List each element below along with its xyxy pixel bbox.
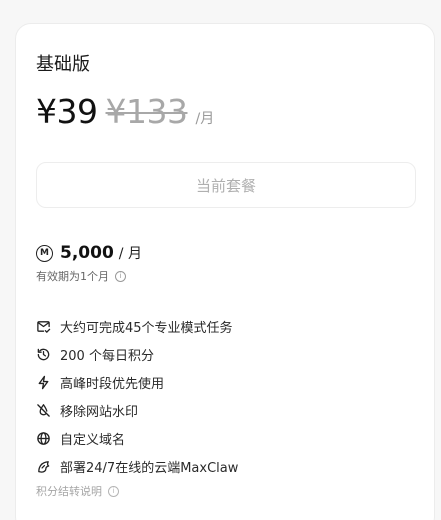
feature-list: 大约可完成45个专业模式任务 200 个每日积分 高峰时段优先使用 移除网站水印… bbox=[36, 312, 238, 480]
credits-rollover-note: 积分结转说明 i bbox=[36, 483, 119, 499]
globe-icon bbox=[36, 431, 51, 446]
plan-name: 基础版 bbox=[36, 54, 90, 75]
feature-label: 大约可完成45个专业模式任务 bbox=[60, 320, 233, 336]
mail-check-icon bbox=[36, 319, 51, 334]
feature-item: 移除网站水印 bbox=[36, 396, 238, 424]
lightning-icon bbox=[36, 375, 51, 390]
plan-card: 基础版 ¥39 ¥133 /月 当前套餐 M 5,000 / 月 有效期为1个月… bbox=[15, 23, 435, 520]
footnote-text[interactable]: 积分结转说明 bbox=[36, 483, 102, 499]
feature-item: 200 个每日积分 bbox=[36, 340, 238, 368]
credits-row: M 5,000 / 月 bbox=[36, 243, 142, 263]
credits-validity: 有效期为1个月 i bbox=[36, 268, 126, 284]
billing-period: /月 bbox=[195, 111, 215, 127]
feature-item: 高峰时段优先使用 bbox=[36, 368, 238, 396]
validity-text: 有效期为1个月 bbox=[36, 270, 109, 283]
feature-label: 高峰时段优先使用 bbox=[60, 376, 165, 392]
current-price: ¥39 bbox=[36, 92, 98, 131]
feature-label: 自定义域名 bbox=[60, 432, 126, 448]
current-plan-button[interactable]: 当前套餐 bbox=[36, 162, 416, 208]
info-icon[interactable]: i bbox=[115, 270, 126, 282]
feature-label: 200 个每日积分 bbox=[60, 348, 154, 364]
price-row: ¥39 ¥133 /月 bbox=[36, 92, 214, 131]
credit-coin-icon: M bbox=[36, 244, 53, 262]
credits-unit: / 月 bbox=[118, 246, 142, 262]
claw-icon bbox=[36, 459, 51, 474]
feature-label: 移除网站水印 bbox=[60, 404, 139, 420]
no-watermark-icon bbox=[36, 403, 51, 418]
info-icon[interactable]: i bbox=[108, 485, 119, 497]
feature-item: 部署24/7在线的云端MaxClaw bbox=[36, 452, 238, 480]
original-price: ¥133 bbox=[105, 92, 188, 131]
feature-item: 自定义域名 bbox=[36, 424, 238, 452]
credits-amount: 5,000 bbox=[60, 243, 114, 263]
feature-item: 大约可完成45个专业模式任务 bbox=[36, 312, 238, 340]
feature-label: 部署24/7在线的云端MaxClaw bbox=[60, 460, 239, 476]
history-icon bbox=[36, 347, 51, 362]
